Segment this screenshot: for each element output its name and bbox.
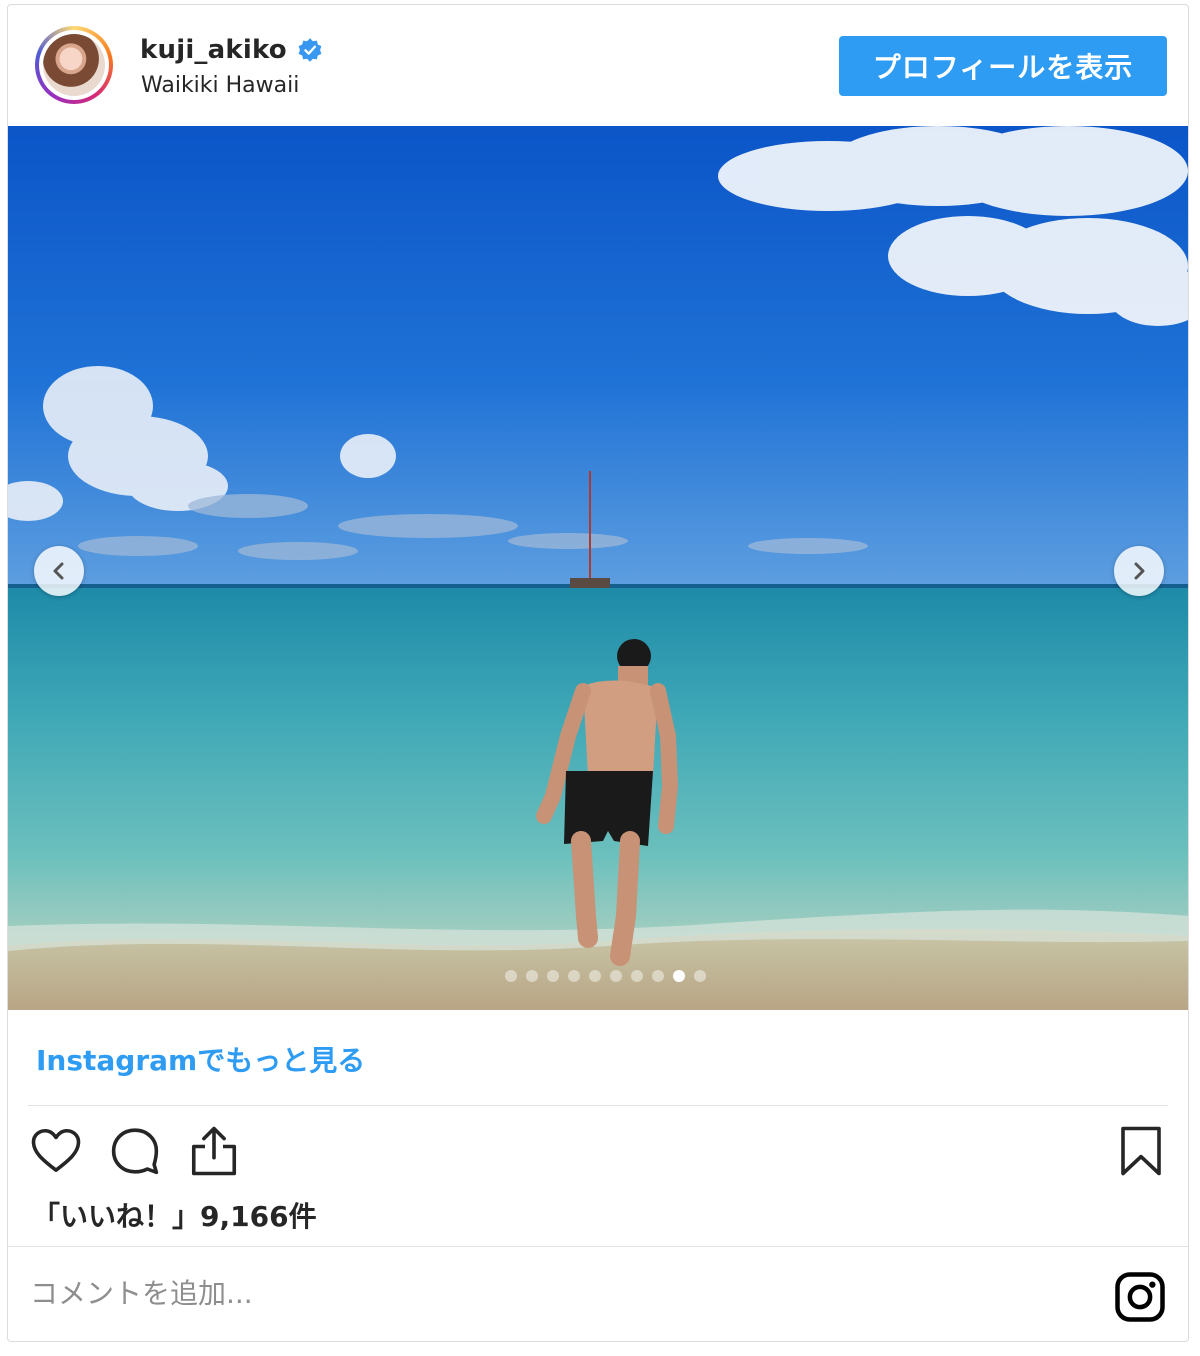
carousel-dot: [693, 970, 706, 982]
instagram-logo-icon[interactable]: [1113, 1270, 1167, 1324]
avatar-border: [39, 30, 109, 100]
likes-count[interactable]: 「いいね！」9,166件: [32, 1195, 317, 1235]
username[interactable]: kuji_akiko: [140, 35, 287, 65]
carousel-dot: [588, 970, 601, 982]
divider: [28, 1105, 1168, 1106]
post-photo[interactable]: [8, 126, 1188, 1010]
share-icon: [191, 1126, 237, 1176]
beach-photo: [8, 126, 1188, 1010]
save-button[interactable]: [1113, 1123, 1169, 1179]
chevron-right-icon: [1134, 562, 1145, 580]
carousel-dot: [651, 970, 664, 982]
bookmark-icon: [1121, 1126, 1161, 1176]
username-row: kuji_akiko: [140, 35, 323, 65]
carousel-dot: [546, 970, 559, 982]
carousel-next-button[interactable]: [1114, 546, 1164, 596]
divider: [8, 1246, 1188, 1247]
carousel-dots: [8, 970, 1188, 982]
heart-icon: [31, 1128, 81, 1172]
comment-icon: [111, 1128, 159, 1175]
share-button[interactable]: [186, 1123, 242, 1179]
comment-button[interactable]: [107, 1123, 163, 1179]
carousel-dot: [525, 970, 538, 982]
post-header: kuji_akiko Waikiki Hawaii プロフィールを表示: [8, 5, 1188, 125]
carousel-dot: [504, 970, 517, 982]
carousel-dot: [672, 970, 685, 982]
avatar-photo: [43, 34, 105, 96]
view-more-on-instagram-link[interactable]: Instagramでもっと見る: [36, 1039, 365, 1079]
avatar[interactable]: [35, 26, 113, 104]
view-profile-button[interactable]: プロフィールを表示: [839, 36, 1167, 96]
instagram-embed-card: kuji_akiko Waikiki Hawaii プロフィールを表示 Inst…: [7, 4, 1189, 1342]
carousel-prev-button[interactable]: [34, 546, 84, 596]
verified-badge-icon: [297, 37, 323, 63]
post-location[interactable]: Waikiki Hawaii: [141, 73, 299, 98]
chevron-left-icon: [53, 562, 64, 580]
comment-input[interactable]: [28, 1267, 832, 1319]
carousel-dot: [609, 970, 622, 982]
like-button[interactable]: [28, 1123, 84, 1179]
carousel-dot: [630, 970, 643, 982]
carousel-dot: [567, 970, 580, 982]
